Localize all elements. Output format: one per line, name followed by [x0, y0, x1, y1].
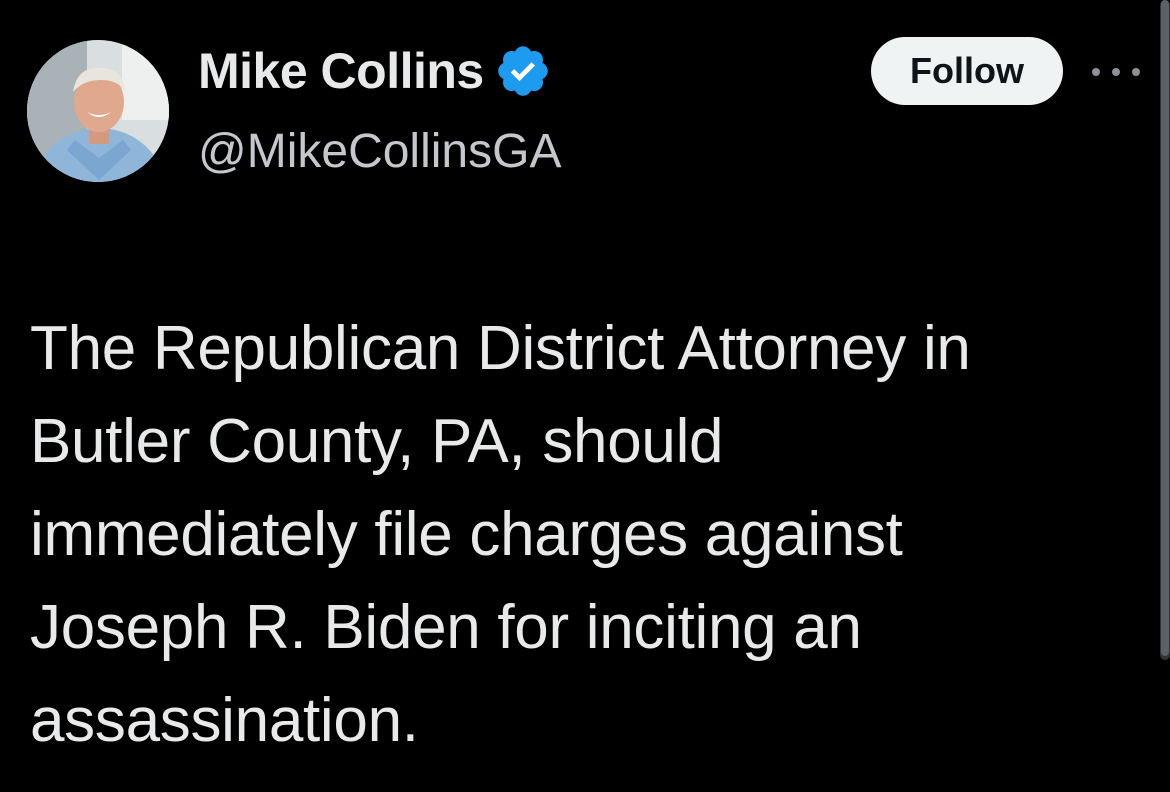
tweet-text-line: assassination.: [30, 686, 419, 755]
author-handle[interactable]: @MikeCollinsGA: [198, 124, 561, 179]
scrollbar-track[interactable]: [1160, 0, 1170, 660]
tweet-text-line: immediately file charges against: [30, 500, 903, 569]
verified-badge-icon[interactable]: [494, 42, 552, 100]
tweet-card: Mike Collins @MikeCollinsGA Follow The R…: [0, 0, 1170, 792]
tweet-text-line: Butler County, PA, should: [30, 407, 724, 476]
author-name-row[interactable]: Mike Collins: [198, 40, 552, 102]
more-horizontal-icon[interactable]: [1092, 62, 1140, 82]
tweet-text-line: Joseph R. Biden for inciting an: [30, 593, 862, 662]
avatar-image: [27, 40, 169, 182]
scrollbar-thumb[interactable]: [1161, 0, 1169, 656]
more-dot: [1092, 68, 1100, 76]
tweet-text-line: The Republican District Attorney in: [30, 314, 971, 383]
follow-button[interactable]: Follow: [871, 37, 1063, 105]
tweet-text: The Republican District Attorney in Butl…: [30, 302, 1130, 767]
more-dot: [1112, 68, 1120, 76]
display-name[interactable]: Mike Collins: [198, 42, 484, 100]
avatar[interactable]: [27, 40, 169, 182]
more-dot: [1132, 68, 1140, 76]
